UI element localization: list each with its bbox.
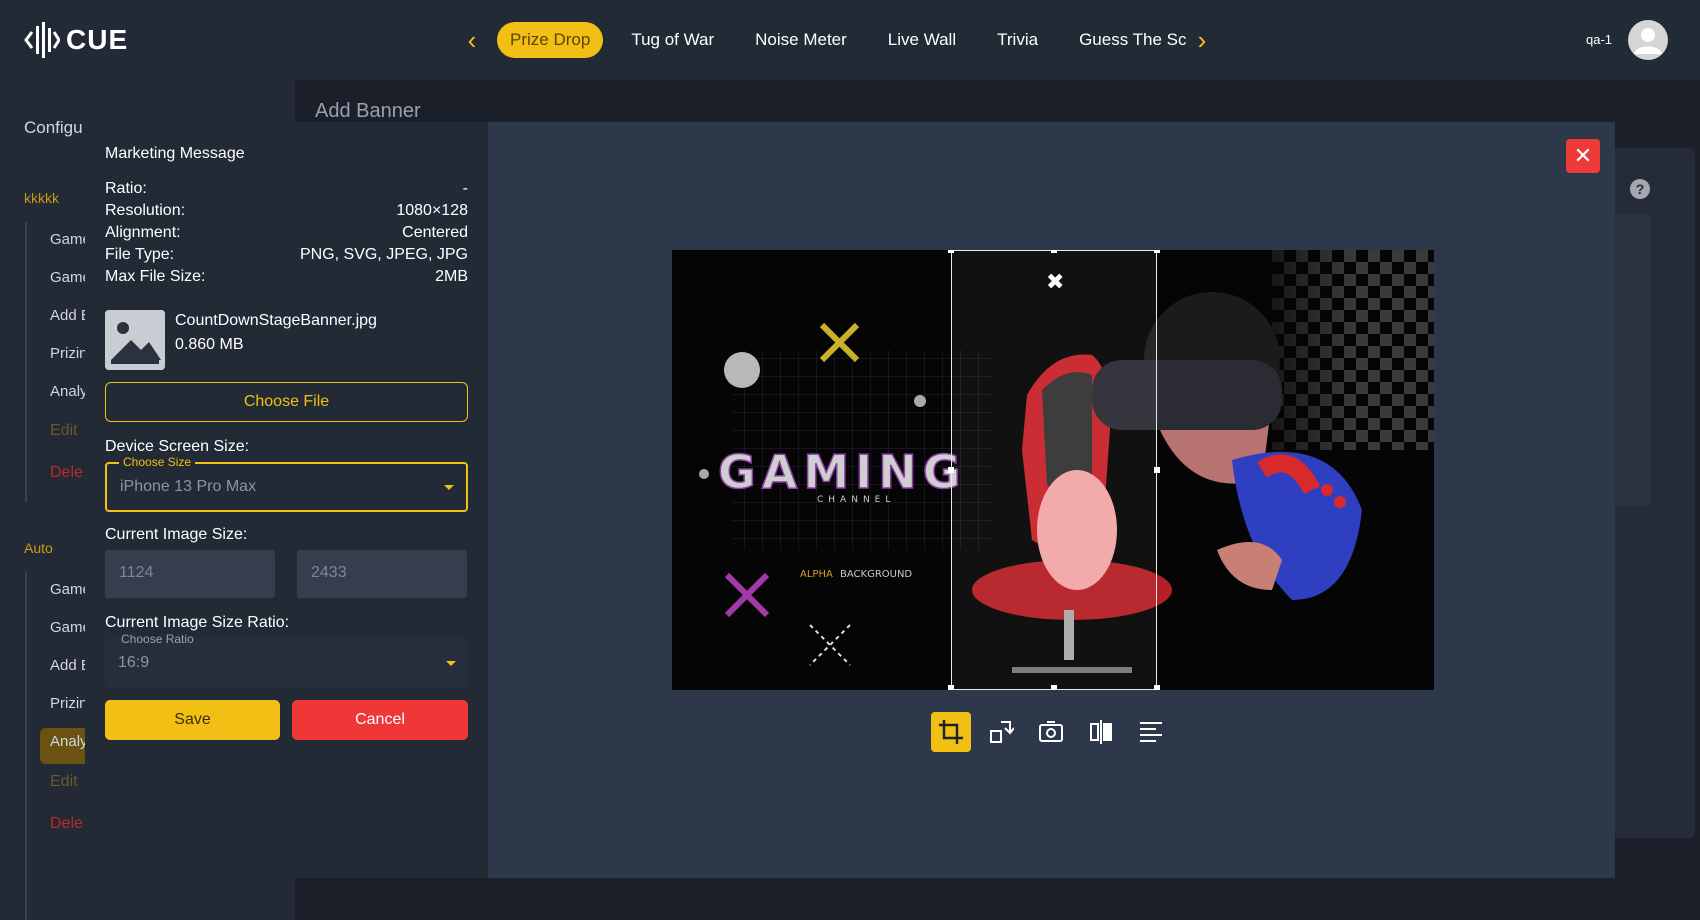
image-ratio-value: 16:9 — [118, 654, 150, 671]
spec-value: 1080×128 — [396, 202, 468, 219]
spec-key: Resolution: — [105, 202, 186, 219]
chevron-down-icon — [444, 485, 454, 490]
device-size-label: Device Screen Size: — [105, 438, 250, 455]
chevron-down-icon — [446, 661, 456, 666]
sidebar-item-delete[interactable]: Dele — [50, 464, 83, 482]
tab-guess-the-score[interactable]: Guess The Sc — [1066, 22, 1186, 58]
rotate-icon[interactable] — [981, 712, 1021, 752]
spec-row-resolution: Resolution: 1080×128 — [105, 202, 468, 220]
crop-handle[interactable] — [1051, 250, 1057, 253]
tab-prize-drop[interactable]: Prize Drop — [497, 22, 604, 58]
game-tabs: Prize Drop Tug of War Noise Meter Live W… — [497, 22, 1201, 58]
nav-prev-chevron-icon[interactable]: ‹ — [458, 26, 486, 54]
crop-handle[interactable] — [948, 685, 954, 690]
sidebar-section-kkkkk[interactable]: kkkkk — [24, 190, 59, 206]
spec-row-max-size: Max File Size: 2MB — [105, 268, 468, 286]
sidebar-item-edit[interactable]: Edit — [50, 422, 78, 440]
image-toolbar — [931, 712, 1171, 752]
sidebar-item[interactable]: Prizin — [50, 345, 88, 362]
crop-handle[interactable] — [948, 250, 954, 253]
device-size-select[interactable]: Choose Size iPhone 13 Pro Max — [105, 455, 468, 512]
choose-file-button[interactable]: Choose File — [105, 382, 468, 422]
spec-row-ratio: Ratio: - — [105, 180, 468, 198]
crop-selection[interactable]: ✖ — [948, 250, 1160, 690]
crop-handle[interactable] — [1051, 685, 1057, 690]
user-icon — [1634, 28, 1662, 54]
nav-next-chevron-icon[interactable]: › — [1188, 26, 1216, 54]
tab-live-wall[interactable]: Live Wall — [875, 22, 969, 58]
cancel-button[interactable]: Cancel — [292, 700, 468, 740]
crop-remove-icon[interactable]: ✖ — [1046, 269, 1064, 295]
image-file-icon — [105, 310, 165, 370]
image-ratio-legend: Choose Ratio — [121, 632, 194, 646]
spec-value: Centered — [402, 224, 468, 241]
spec-row-alignment: Alignment: Centered — [105, 224, 468, 242]
banner-tag-1: ALPHA — [800, 569, 833, 580]
logo-icon — [24, 22, 60, 58]
sidebar-divider — [25, 222, 27, 502]
avatar[interactable] — [1628, 20, 1668, 60]
image-height-input[interactable]: 2433 — [297, 550, 467, 598]
file-size: 0.860 MB — [175, 336, 244, 353]
crop-icon[interactable] — [931, 712, 971, 752]
file-name: CountDownStageBanner.jpg — [175, 312, 377, 329]
tab-noise-meter[interactable]: Noise Meter — [742, 22, 860, 58]
crop-handle[interactable] — [1154, 250, 1160, 253]
sidebar-item[interactable]: Prizin — [50, 695, 88, 712]
banner-crop-modal: Marketing Message Ratio: - Resolution: 1… — [85, 122, 1615, 878]
tab-trivia[interactable]: Trivia — [984, 22, 1051, 58]
image-width-input[interactable]: 1124 — [105, 550, 275, 598]
image-preview[interactable]: GAMING CHANNEL ALPHA BACKGROUND ✖ — [672, 250, 1434, 690]
spec-value: PNG, SVG, JPEG, JPG — [299, 246, 468, 263]
device-size-legend: Choose Size — [119, 455, 196, 469]
image-ratio-label: Current Image Size Ratio: — [105, 614, 290, 631]
page-title: Add Banner — [315, 100, 421, 122]
spec-key: Max File Size: — [105, 268, 206, 285]
camera-flip-icon[interactable] — [1031, 712, 1071, 752]
sidebar-item[interactable]: Analy — [50, 383, 88, 400]
spec-key: Alignment: — [105, 224, 181, 241]
tab-tug-of-war[interactable]: Tug of War — [618, 22, 727, 58]
align-icon[interactable] — [1131, 712, 1171, 752]
background-inner-panel — [1615, 215, 1651, 505]
banner-subheadline: CHANNEL — [817, 495, 895, 505]
spec-row-file-type: File Type: PNG, SVG, JPEG, JPG — [105, 246, 468, 264]
close-icon[interactable]: ✕ — [1566, 139, 1600, 173]
user-name: qa-1 — [1586, 32, 1613, 47]
spec-key: File Type: — [105, 246, 175, 263]
sidebar-divider — [25, 572, 27, 920]
spec-key: Ratio: — [105, 180, 147, 197]
sidebar-config[interactable]: Configu — [24, 118, 83, 138]
crop-handle[interactable] — [1154, 685, 1160, 690]
spec-value: 2MB — [435, 268, 468, 285]
top-bar: CUE ‹ Prize Drop Tug of War Noise Meter … — [0, 0, 1700, 80]
spec-value: - — [462, 180, 468, 197]
sidebar-item-edit[interactable]: Edit — [50, 773, 78, 791]
image-size-label: Current Image Size: — [105, 526, 248, 543]
logo-text: CUE — [66, 24, 129, 55]
modal-title: Marketing Message — [105, 145, 245, 162]
banner-tag-2: BACKGROUND — [840, 569, 912, 580]
modal-form-panel: Marketing Message Ratio: - Resolution: 1… — [85, 122, 488, 878]
device-size-value: iPhone 13 Pro Max — [120, 478, 257, 495]
image-ratio-select[interactable]: Choose Ratio 16:9 — [105, 632, 468, 688]
banner-headline: GAMING — [718, 445, 967, 499]
mirror-icon[interactable] — [1081, 712, 1121, 752]
app-logo[interactable]: CUE — [24, 20, 128, 60]
crop-handle[interactable] — [1154, 467, 1160, 473]
sidebar-section-auto[interactable]: Auto — [24, 540, 53, 556]
sidebar-item-delete[interactable]: Dele — [50, 815, 83, 833]
help-icon[interactable]: ? — [1630, 179, 1650, 199]
save-button[interactable]: Save — [105, 700, 280, 740]
crop-handle[interactable] — [948, 467, 954, 473]
sidebar-item[interactable]: Analy — [50, 733, 88, 750]
